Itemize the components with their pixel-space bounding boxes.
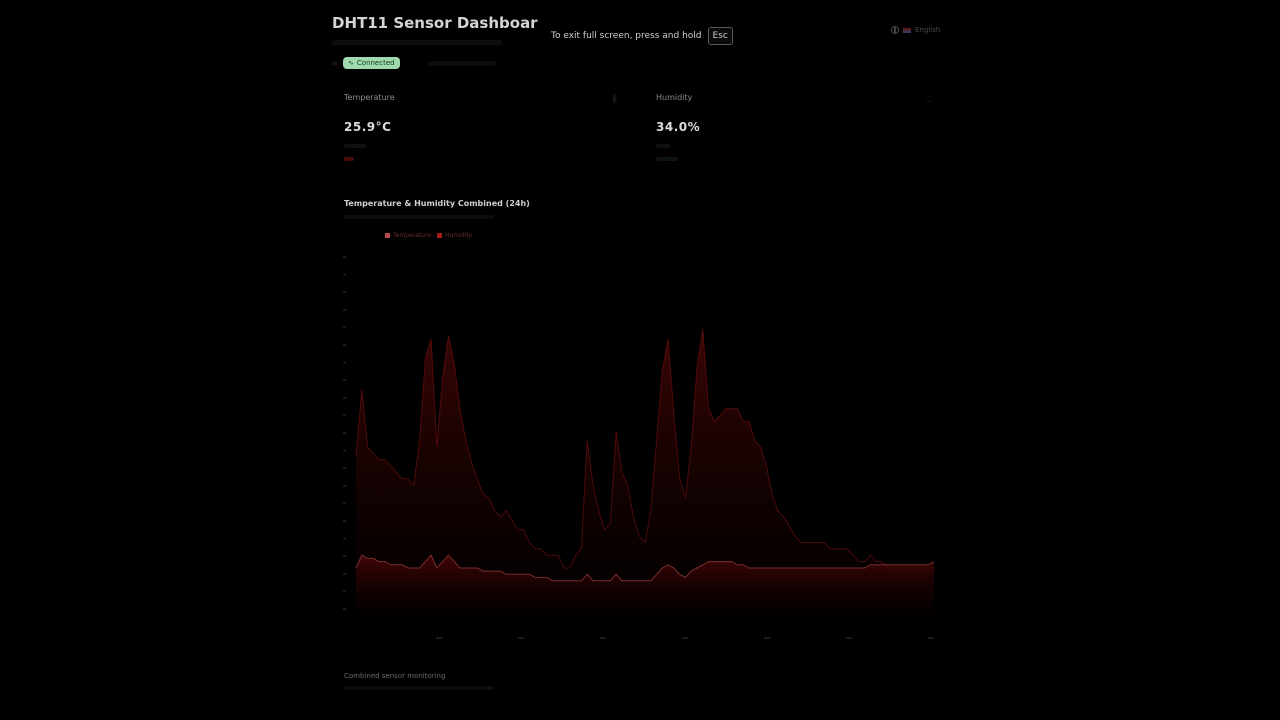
chart-title: Temperature & Humidity Combined (24h) [344, 199, 530, 208]
y-tick-mark [343, 414, 346, 417]
footer-description [344, 686, 494, 690]
fullscreen-notice-text: To exit full screen, press and hold [551, 31, 702, 41]
connected-badge-label: Connected [356, 59, 395, 67]
y-tick-mark [343, 449, 346, 452]
y-tick-mark [343, 537, 346, 540]
x-tick-mark [600, 637, 606, 639]
y-axis [343, 256, 346, 610]
y-tick-mark [343, 396, 346, 399]
temperature-trend-line [344, 157, 354, 161]
y-tick-mark [343, 344, 346, 346]
chart-series-layer [355, 329, 935, 615]
footer-label: Combined sensor monitoring [344, 672, 446, 680]
chart-legend: Temperature Humidity [385, 232, 472, 239]
y-tick-mark [343, 308, 346, 311]
fullscreen-notice: To exit full screen, press and hold Esc [551, 27, 733, 45]
connection-status: ∿ Connected [332, 57, 496, 69]
humidity-card: Humidity ◌ 34.0% [644, 86, 936, 170]
last-update-text [427, 60, 496, 66]
y-tick-mark [343, 291, 346, 294]
legend-label-humidity: Humidity [445, 232, 473, 239]
y-tick-mark [343, 326, 346, 329]
temperature-value: 25.9°C [344, 120, 392, 134]
humidity-trend-line [656, 157, 678, 161]
humidity-status-line [656, 144, 670, 148]
y-tick-mark [343, 467, 346, 470]
y-tick-mark [343, 590, 346, 593]
y-tick-mark [343, 555, 346, 558]
combined-area-chart [343, 256, 935, 639]
globe-icon [891, 26, 899, 34]
x-tick-mark [518, 637, 524, 639]
y-tick-mark [343, 520, 346, 522]
dashboard-page: DHT11 Sensor Dashboar To exit full scree… [0, 0, 1280, 720]
humidity-label: Humidity [656, 93, 693, 102]
connected-badge: ∿ Connected [343, 57, 400, 69]
page-title: DHT11 Sensor Dashboar [332, 14, 538, 32]
status-indicator-icon [332, 60, 337, 66]
x-tick-mark [928, 637, 934, 639]
page-subtitle [332, 40, 502, 45]
x-tick-mark [682, 637, 688, 639]
x-tick-mark [846, 637, 852, 639]
y-tick-mark [343, 273, 346, 276]
legend-item-humidity[interactable]: Humidity [437, 232, 472, 239]
us-flag-icon [903, 27, 911, 33]
y-tick-mark [343, 256, 346, 258]
esc-key-hint: Esc [707, 27, 733, 45]
temperature-card: Temperature 🌡 25.9°C [332, 86, 624, 170]
temperature-label: Temperature [344, 93, 395, 102]
legend-swatch-humidity [437, 233, 443, 238]
y-tick-mark [343, 484, 346, 487]
y-tick-mark [343, 361, 346, 364]
activity-icon: ∿ [348, 59, 354, 67]
y-tick-mark [343, 379, 346, 382]
y-tick-mark [343, 572, 346, 575]
humidity-value: 34.0% [656, 120, 701, 134]
x-axis [436, 637, 934, 639]
x-tick-mark [436, 637, 442, 639]
legend-item-temperature[interactable]: Temperature [385, 232, 431, 239]
chart-subtitle [344, 215, 494, 219]
thermometer-icon: 🌡 [609, 94, 620, 103]
y-tick-mark [343, 608, 346, 610]
legend-swatch-temperature [385, 233, 390, 238]
droplet-icon: ◌ [925, 94, 932, 103]
y-tick-mark [343, 502, 346, 505]
x-tick-mark [764, 637, 770, 639]
legend-label-temperature: Temperature [393, 232, 432, 239]
language-selector[interactable]: English [891, 26, 940, 34]
temperature-status-line [344, 144, 366, 148]
y-tick-mark [343, 432, 346, 434]
language-label: English [915, 26, 941, 34]
